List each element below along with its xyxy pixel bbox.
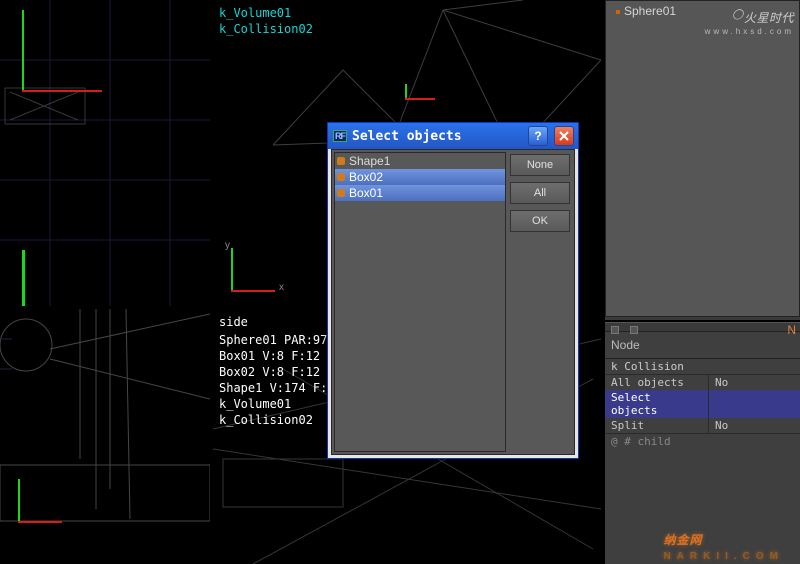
close-icon — [559, 131, 569, 141]
viewport-info: Box01 V:8 F:12 — [219, 349, 320, 363]
axis-y-gizmo — [18, 479, 20, 523]
watermark-text: 纳金网 — [663, 533, 702, 547]
watermark-text: 火星时代 — [744, 11, 794, 25]
list-item[interactable]: Box01 — [335, 185, 505, 201]
tab-icon[interactable] — [630, 326, 638, 334]
axis-label-x: x — [279, 282, 284, 293]
viewport-label: k_Collision02 — [219, 22, 313, 36]
viewport-info: Shape1 V:174 F:3 — [219, 381, 335, 395]
object-icon — [337, 173, 345, 181]
dialog-titlebar[interactable]: RF Select objects ? — [328, 123, 578, 149]
prop-label: Select objects — [605, 390, 709, 418]
axis-y-gizmo — [22, 10, 24, 90]
viewport-label: k_Volume01 — [219, 6, 291, 20]
list-item[interactable]: Shape1 — [335, 153, 505, 169]
viewport-info: Sphere01 PAR:97 — [219, 333, 327, 347]
dialog-title: Select objects — [352, 129, 522, 144]
viewport-bottom-left[interactable] — [0, 309, 210, 564]
panel-section[interactable]: k Collision — [605, 359, 800, 375]
prop-row[interactable]: All objects No — [605, 375, 800, 390]
watermark-top: ◯火星时代 www.hxsd.com — [705, 8, 794, 38]
ok-button[interactable]: OK — [510, 210, 570, 232]
list-item-label: Box02 — [349, 170, 383, 184]
tab-icon[interactable] — [611, 326, 619, 334]
watermark-bottom: 纳金网 NARKII.COM — [663, 523, 784, 562]
prop-value[interactable] — [709, 390, 800, 418]
prop-label: All objects — [605, 375, 709, 390]
axis-marker — [405, 98, 435, 100]
list-item[interactable]: Box02 — [335, 169, 505, 185]
prop-row[interactable]: Split No — [605, 418, 800, 433]
viewport-top-left[interactable] — [0, 0, 210, 306]
object-list[interactable]: Shape1 Box02 Box01 — [334, 152, 506, 452]
panel-tabbar[interactable]: N — [605, 322, 800, 332]
all-button[interactable]: All — [510, 182, 570, 204]
axis-x-gizmo — [231, 290, 275, 292]
axis-marker — [405, 84, 407, 98]
axis-label-y: y — [225, 240, 230, 251]
tree-item-label: Sphere01 — [624, 4, 676, 18]
panel-footer: @ # child — [605, 433, 800, 449]
dialog-button-column: None All OK — [508, 150, 574, 454]
app-icon: RF — [332, 128, 348, 144]
select-objects-dialog[interactable]: RF Select objects ? Shape1 Box02 — [327, 122, 579, 459]
prop-label: Split — [605, 418, 709, 433]
watermark-sub: NARKII.COM — [663, 551, 784, 562]
panel-header: Node — [605, 332, 800, 359]
help-button[interactable]: ? — [528, 126, 548, 146]
none-button[interactable]: None — [510, 154, 570, 176]
panel-tab-right[interactable]: N — [787, 323, 796, 337]
prop-value[interactable]: No — [709, 375, 800, 390]
viewport-info: k_Collision02 — [219, 413, 313, 427]
close-button[interactable] — [554, 126, 574, 146]
object-icon — [337, 157, 345, 165]
viewport-label-side: side — [219, 315, 248, 329]
axis-x-gizmo — [22, 90, 102, 92]
prop-value[interactable]: No — [709, 418, 800, 433]
scene-tree-panel[interactable]: Sphere01 — [605, 0, 800, 317]
list-item-label: Box01 — [349, 186, 383, 200]
axis-y-gizmo-2 — [22, 250, 25, 306]
object-icon — [337, 189, 345, 197]
list-item-label: Shape1 — [349, 154, 390, 168]
dialog-body: Shape1 Box02 Box01 None All OK — [331, 149, 575, 455]
tree-item-sphere[interactable]: Sphere01 — [616, 4, 676, 18]
prop-row[interactable]: Select objects — [605, 390, 800, 418]
axis-x-gizmo — [18, 521, 62, 523]
bullet-icon — [616, 10, 620, 14]
viewport-info: k_Volume01 — [219, 397, 291, 411]
right-panel: Sphere01 N Node k Collision All objects … — [603, 0, 800, 564]
viewport-info: Box02 V:8 F:12 — [219, 365, 320, 379]
watermark-sub: www.hxsd.com — [705, 25, 794, 38]
axis-y-gizmo — [231, 248, 233, 292]
